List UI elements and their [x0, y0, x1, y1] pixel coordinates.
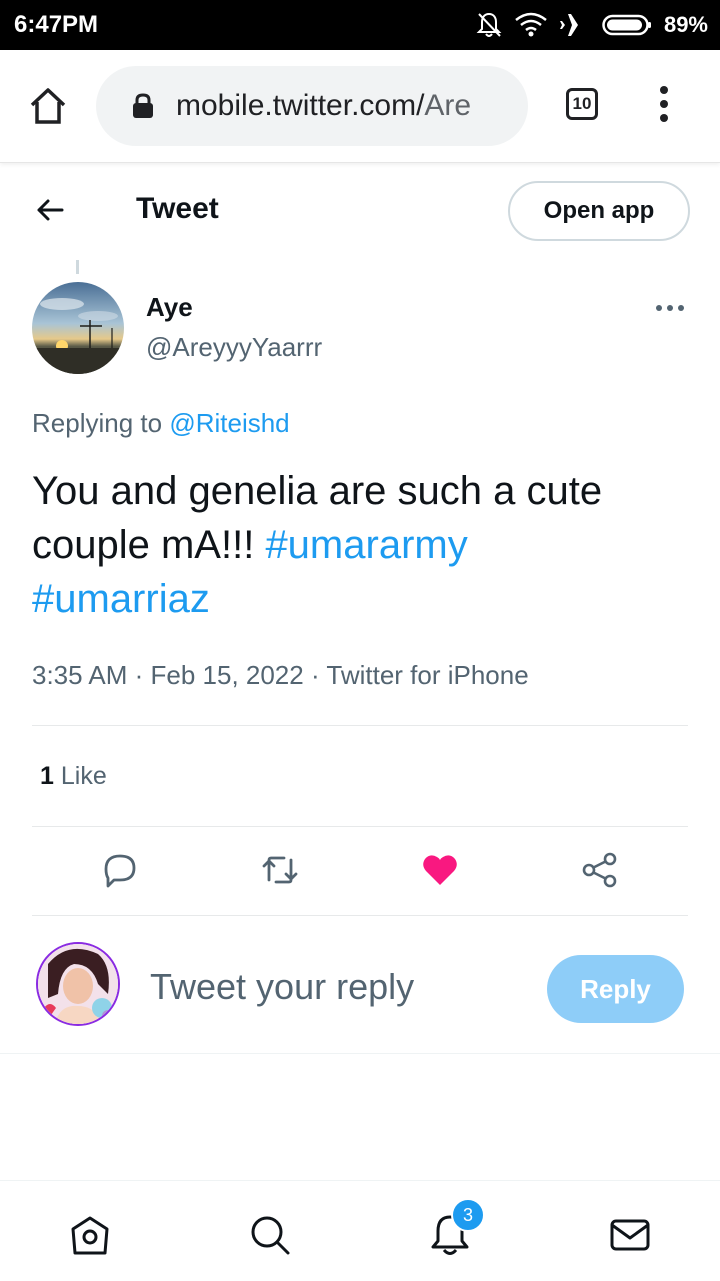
replying-mention-link[interactable]: @Riteishd — [169, 408, 289, 438]
url-path: Are — [424, 89, 472, 122]
share-icon[interactable] — [580, 850, 620, 890]
author-name[interactable]: Aye — [146, 292, 193, 323]
author-avatar[interactable] — [32, 282, 124, 374]
user-avatar-image — [38, 944, 118, 1024]
url-host: mobile.twitter.com/ — [176, 89, 425, 122]
heart-icon[interactable] — [420, 850, 460, 890]
like-count-number: 1 — [40, 762, 54, 790]
url-text: mobile.twitter.com/Are — [176, 89, 471, 123]
tweet-text: You and genelia are such a cute couple m… — [32, 464, 692, 626]
bottom-nav: 3 — [0, 1180, 720, 1281]
hashtag-link-umararmy[interactable]: #umararmy — [265, 523, 467, 567]
wifi-icon — [515, 12, 547, 37]
battery-icon — [602, 14, 651, 36]
more-icon[interactable] — [654, 302, 686, 314]
replying-prefix: Replying to — [32, 408, 163, 438]
tabs-icon[interactable]: 10 — [566, 88, 598, 120]
status-icons: 89% — [476, 11, 708, 39]
back-arrow-icon[interactable] — [34, 194, 66, 226]
user-avatar[interactable] — [36, 942, 120, 1026]
open-app-button[interactable]: Open app — [508, 181, 690, 241]
reply-button[interactable]: Reply — [547, 955, 684, 1023]
reply-icon[interactable] — [100, 850, 140, 890]
lock-icon — [133, 93, 153, 118]
battery-percent: 89% — [663, 12, 708, 37]
retweet-icon[interactable] — [260, 850, 300, 890]
browser-toolbar: mobile.twitter.com/Are 10 — [0, 50, 720, 163]
reply-input[interactable]: Tweet your reply — [150, 966, 414, 1008]
divider — [32, 725, 688, 726]
search-icon[interactable] — [248, 1213, 292, 1257]
notification-badge: 3 — [451, 1198, 485, 1232]
overflow-menu-icon[interactable] — [654, 84, 674, 124]
hashtag-link-umarriaz[interactable]: #umarriaz — [32, 577, 210, 621]
home-icon[interactable] — [28, 86, 68, 126]
address-bar[interactable]: mobile.twitter.com/Are — [96, 66, 528, 146]
like-count-label: Like — [60, 762, 107, 790]
divider — [32, 826, 688, 827]
status-bar: 6:47PM 89% — [0, 0, 720, 50]
author-handle[interactable]: @AreyyyYaarrr — [146, 332, 322, 363]
like-count[interactable]: 1 Like — [40, 762, 107, 791]
airplane-icon — [559, 14, 588, 36]
replying-to: Replying to @Riteishd — [32, 408, 290, 439]
divider — [0, 1053, 720, 1054]
divider — [32, 915, 688, 916]
page-title: Tweet — [136, 192, 219, 225]
thread-connector — [76, 260, 79, 274]
tweet-timestamp[interactable]: 3:35 AM · Feb 15, 2022 · Twitter for iPh… — [32, 660, 529, 691]
bell-muted-icon — [476, 12, 502, 37]
home-icon[interactable] — [68, 1213, 112, 1257]
status-time: 6:47PM — [14, 11, 99, 38]
mail-icon[interactable] — [608, 1213, 652, 1257]
author-avatar-image — [32, 282, 124, 374]
tab-count: 10 — [572, 94, 592, 113]
